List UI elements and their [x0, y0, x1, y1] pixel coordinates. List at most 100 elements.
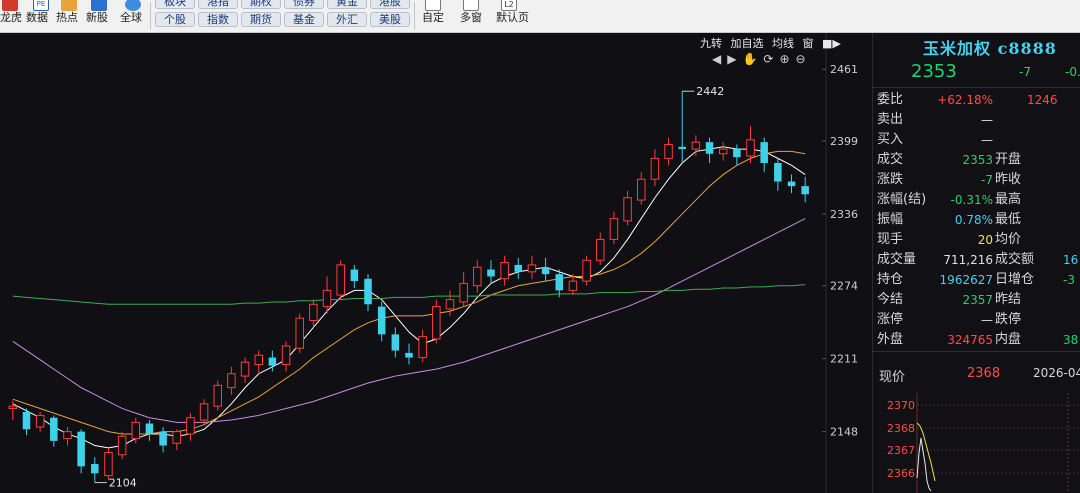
chart-control-icons[interactable]: ◀▶✋⟳⊕⊖	[712, 52, 812, 66]
candle-body	[514, 264, 523, 272]
quote-row-label: 今结	[877, 292, 904, 307]
futures-button[interactable]: 期货	[241, 12, 281, 27]
quote-row: 振幅 0.78% 最低	[877, 210, 1080, 230]
candlestick-chart[interactable]: 2461 2399 2336 2274 2211 2148 2442 2104 九转 加自选 …	[0, 33, 872, 493]
forex-button[interactable]: 外汇	[327, 12, 367, 27]
candle-body	[336, 264, 345, 296]
quote-row: 卖出 —	[877, 110, 1080, 130]
quote-row-value: —	[981, 113, 993, 127]
quote-row-value-2: 38	[1063, 333, 1079, 347]
quote-row: 成交 2353 开盘	[877, 150, 1080, 170]
quote-row-value-2: 1246	[1027, 93, 1058, 107]
candle-body	[350, 269, 359, 282]
instrument-title: 玉米加权 c8888	[923, 39, 1057, 58]
candle-body	[636, 178, 646, 201]
y-tick-label: 2211	[830, 353, 858, 366]
global-button[interactable]: 全球	[118, 0, 148, 34]
candle-body	[609, 218, 619, 240]
mini-axis-label: 2367	[887, 444, 915, 457]
add-watchlist-button[interactable]: 加自选	[731, 35, 764, 51]
candle-body	[718, 148, 728, 155]
quote-row-value: +62.18%	[937, 93, 993, 107]
last-price: 2353	[911, 61, 957, 82]
custom-button[interactable]: 自定	[418, 0, 448, 34]
quote-row-label: 持仓	[877, 272, 904, 287]
chart-canvas: 2461 2399 2336 2274 2211 2148 2442 2104	[0, 33, 872, 493]
quote-row-label: 卖出	[877, 112, 904, 127]
mini-price-line	[916, 437, 932, 492]
candle-body	[91, 464, 99, 474]
hotspot-button[interactable]: 热点	[54, 0, 84, 34]
candle-body	[172, 431, 182, 444]
candle-body	[405, 352, 413, 358]
quote-row: 今结 2357 昨结	[877, 290, 1080, 310]
hk-stock-button[interactable]: 港股	[370, 0, 410, 9]
hk-index-button[interactable]: 港指	[198, 0, 238, 9]
candle-body	[35, 414, 45, 428]
candle-body	[541, 267, 550, 275]
sector-button[interactable]: 板块	[155, 0, 195, 9]
candle-body	[281, 345, 291, 365]
quote-row-label: 成交	[877, 152, 904, 167]
candle-body	[391, 334, 400, 351]
us-stock-button[interactable]: 美股	[370, 12, 410, 27]
quote-row: 涨幅(结) -0.31% 最高	[877, 190, 1080, 210]
candle-body	[678, 146, 686, 150]
data-button[interactable]: PE 数据	[26, 0, 56, 34]
expand-icon[interactable]: ■▶	[822, 37, 841, 50]
now-price-value: 2368	[967, 366, 1001, 381]
quote-row: 现手 20 均价	[877, 230, 1080, 250]
quote-row-value: 324765	[947, 333, 993, 347]
mini-axis-label: 2370	[887, 399, 915, 412]
quote-row-label: 外盘	[877, 332, 904, 347]
quote-row-label-2: 开盘	[995, 152, 1022, 167]
candle-body	[377, 306, 386, 335]
candle-body	[555, 274, 564, 291]
nine-turn-button[interactable]: 九转	[700, 35, 722, 51]
y-tick-label: 2148	[830, 426, 858, 439]
quote-row-label: 涨停	[877, 312, 904, 327]
multi-window-button[interactable]: 多窗	[456, 0, 486, 34]
funds-button[interactable]: 基金	[284, 12, 324, 27]
options-button[interactable]: 期权	[241, 0, 281, 9]
quote-row-label-2: 日增仓	[995, 272, 1035, 287]
candle-body	[77, 431, 85, 467]
candle-body	[131, 421, 141, 440]
bonds-button[interactable]: 债券	[284, 0, 324, 9]
candle-body	[268, 357, 277, 366]
quote-row-label-2: 最高	[995, 192, 1022, 207]
candle-body	[199, 403, 209, 421]
ma-button[interactable]: 均线	[772, 35, 794, 51]
index-button[interactable]: 指数	[198, 12, 238, 27]
candle-body	[322, 289, 332, 308]
candle-body	[500, 262, 509, 280]
stock-button[interactable]: 个股	[155, 12, 195, 27]
candle-body	[650, 157, 660, 180]
candle-body	[309, 303, 318, 321]
candle-body	[760, 142, 768, 163]
candle-body	[63, 431, 72, 440]
candle-body	[240, 361, 250, 377]
quote-row: 外盘 324765 内盘 38	[877, 330, 1080, 350]
quote-row-label: 涨幅(结)	[877, 192, 927, 207]
quote-row-label: 成交量	[877, 252, 917, 267]
quote-row-label: 买入	[877, 132, 904, 147]
mini-tick-chart: 2370 2368 2367 2366	[887, 393, 1080, 493]
quote-row: 涨跌 -7 昨收	[877, 170, 1080, 190]
quote-row-value-2: 16	[1063, 253, 1079, 267]
quote-row-label: 现手	[877, 232, 904, 247]
y-tick-label: 2461	[830, 63, 858, 76]
window-button[interactable]: 窗	[803, 35, 814, 51]
candle-body	[787, 181, 796, 187]
candle-body	[227, 373, 236, 389]
candle-body	[733, 149, 741, 158]
candle-body	[8, 405, 18, 409]
quote-row-label-2: 内盘	[995, 332, 1022, 347]
candle-body	[213, 384, 223, 407]
gold-button[interactable]: 黄金	[327, 0, 367, 9]
price-change: -7	[1019, 65, 1031, 79]
candle-body	[527, 264, 537, 273]
candle-body	[254, 354, 263, 365]
new-stock-button[interactable]: 新股	[84, 0, 114, 34]
default-page-button[interactable]: L2 默认页	[494, 0, 529, 34]
